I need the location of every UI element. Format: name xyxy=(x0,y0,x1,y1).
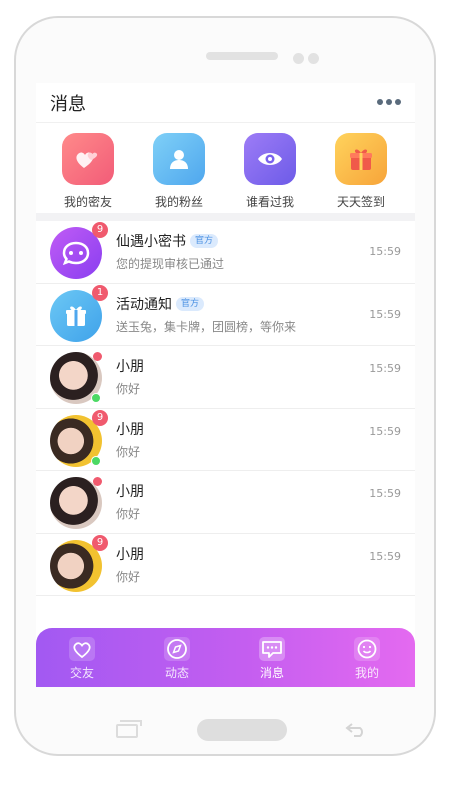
conversation-name: 活动通知 官方 xyxy=(116,294,205,314)
unread-badge: 9 xyxy=(92,222,108,238)
contact-name: 小朋 xyxy=(116,484,144,500)
chat-icon xyxy=(258,636,286,662)
conversation-name: 小朋 xyxy=(116,544,144,564)
contact-name: 活动通知 xyxy=(116,296,172,313)
heart-icon xyxy=(68,636,96,662)
message-time: 15:59 xyxy=(369,487,401,500)
tab-label: 消息 xyxy=(259,666,284,680)
conversation-name: 小朋 xyxy=(116,481,144,501)
speaker-grille xyxy=(206,52,278,60)
app-screen: 消息 我的密友 我的粉丝 谁看过我 天天签到 9 仙遇小密书 官方 您的提现审核… xyxy=(36,83,415,687)
quick-action-fans[interactable]: 我的粉丝 xyxy=(144,133,214,213)
sensor xyxy=(308,53,319,64)
eye-icon xyxy=(244,133,296,185)
official-tag: 官方 xyxy=(190,234,219,248)
online-indicator xyxy=(91,393,101,403)
message-preview: 送玉兔，集卡牌，团圆榜，等你来 xyxy=(116,319,297,334)
message-time: 15:59 xyxy=(369,362,401,375)
back-icon[interactable] xyxy=(344,722,368,738)
quick-action-friends[interactable]: 我的密友 xyxy=(53,133,123,213)
message-time: 15:59 xyxy=(369,245,401,258)
tab-messages[interactable]: 消息 xyxy=(242,636,302,681)
message-time: 15:59 xyxy=(369,549,401,563)
conversation-row[interactable]: 小朋 你好 15:59 xyxy=(36,346,415,409)
page-title: 消息 xyxy=(50,94,86,115)
message-preview: 你好 xyxy=(116,444,141,459)
compass-icon xyxy=(163,636,191,662)
tab-label: 交友 xyxy=(69,666,94,680)
unread-dot xyxy=(93,477,102,486)
tab-label: 动态 xyxy=(164,666,189,680)
conversation-row[interactable]: 小朋 你好 15:59 xyxy=(36,471,415,534)
conversation-list: 9 仙遇小密书 官方 您的提现审核已通过 15:59 1 活动通知 官方 送玉兔… xyxy=(36,221,415,596)
avatar xyxy=(50,352,102,404)
quick-action-visitors[interactable]: 谁看过我 xyxy=(235,133,305,213)
gift-icon xyxy=(335,133,387,185)
hearts-icon xyxy=(62,133,114,185)
contact-name: 仙遇小密书 xyxy=(116,234,186,250)
user-icon xyxy=(153,133,205,185)
quick-action-label: 天天签到 xyxy=(336,195,385,209)
message-preview: 您的提现审核已通过 xyxy=(116,257,225,271)
conversation-name: 小朋 xyxy=(116,419,144,439)
quick-action-label: 我的密友 xyxy=(63,195,112,209)
section-divider xyxy=(36,213,415,221)
conversation-row[interactable]: 9 小朋 你好 15:59 xyxy=(36,534,415,596)
unread-badge: 9 xyxy=(92,409,108,426)
message-preview: 你好 xyxy=(116,569,141,584)
contact-name: 小朋 xyxy=(116,359,144,375)
message-time: 15:59 xyxy=(369,424,401,438)
online-indicator xyxy=(91,455,101,466)
avatar: 9 xyxy=(50,222,108,279)
quick-action-checkin[interactable]: 天天签到 xyxy=(326,133,396,213)
unread-dot xyxy=(93,352,102,361)
recent-apps-button[interactable] xyxy=(116,720,142,738)
conversation-row[interactable]: 9 小朋 你好 15:59 xyxy=(36,409,415,471)
tab-friends[interactable]: 交友 xyxy=(52,636,112,681)
message-time: 15:59 xyxy=(369,307,401,321)
smile-icon xyxy=(353,636,381,662)
quick-actions: 我的密友 我的粉丝 谁看过我 天天签到 xyxy=(36,125,415,213)
tab-label: 我的 xyxy=(354,666,379,680)
unread-badge: 9 xyxy=(92,534,108,551)
conversation-name: 仙遇小密书 官方 xyxy=(116,231,219,251)
front-camera xyxy=(293,53,304,64)
avatar: 9 xyxy=(50,534,108,592)
contact-name: 小朋 xyxy=(116,421,144,438)
conversation-name: 小朋 xyxy=(116,356,144,376)
message-preview: 你好 xyxy=(116,507,141,521)
bottom-tab-bar: 交友 动态 消息 我的 xyxy=(36,628,415,687)
avatar xyxy=(50,477,102,529)
quick-action-label: 谁看过我 xyxy=(245,195,294,209)
home-button[interactable] xyxy=(197,719,287,741)
quick-action-label: 我的粉丝 xyxy=(154,195,203,209)
header-bar: 消息 xyxy=(36,83,415,123)
more-options-icon[interactable] xyxy=(377,99,401,105)
avatar: 9 xyxy=(50,409,108,467)
contact-name: 小朋 xyxy=(116,546,144,563)
avatar: 1 xyxy=(50,284,108,342)
message-preview: 你好 xyxy=(116,382,141,396)
tab-moments[interactable]: 动态 xyxy=(147,636,207,681)
unread-badge: 1 xyxy=(92,284,108,301)
conversation-row[interactable]: 1 活动通知 官方 送玉兔，集卡牌，团圆榜，等你来 15:59 xyxy=(36,284,415,346)
official-tag: 官方 xyxy=(176,296,205,311)
conversation-row[interactable]: 9 仙遇小密书 官方 您的提现审核已通过 15:59 xyxy=(36,221,415,284)
tab-profile[interactable]: 我的 xyxy=(337,636,397,681)
